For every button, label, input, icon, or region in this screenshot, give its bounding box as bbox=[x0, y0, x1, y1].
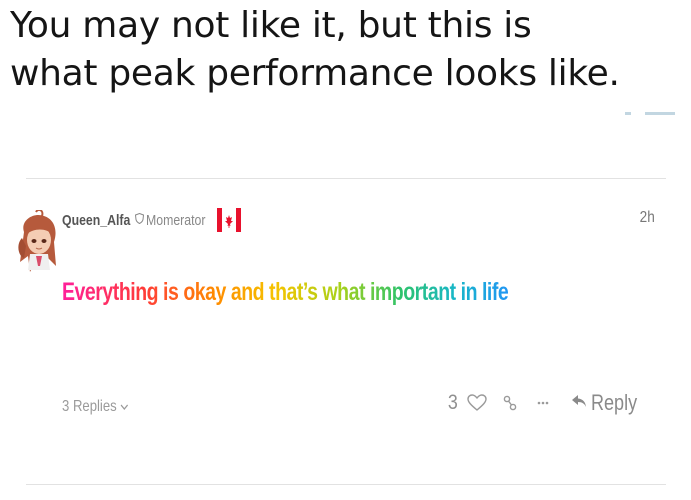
comment-card: Queen_Alfa Momerator 2h Everything is ok… bbox=[0, 180, 691, 480]
shield-icon bbox=[135, 212, 145, 227]
avatar[interactable] bbox=[14, 208, 62, 292]
heart-icon[interactable] bbox=[467, 394, 487, 412]
meme-caption: You may not like it, but this is what pe… bbox=[10, 2, 680, 98]
bottom-divider bbox=[26, 484, 666, 485]
reply-button[interactable]: Reply bbox=[571, 390, 647, 416]
top-divider bbox=[26, 178, 666, 179]
more-icon[interactable] bbox=[537, 400, 549, 406]
canada-flag-icon bbox=[216, 206, 241, 234]
caption-line-2: what peak performance looks like. bbox=[10, 53, 620, 94]
link-icon[interactable] bbox=[503, 394, 517, 412]
comment-actions: 3 Reply bbox=[447, 390, 647, 416]
like-count: 3 bbox=[447, 391, 458, 414]
replies-toggle[interactable]: 3 Replies bbox=[62, 398, 129, 416]
comment-text: Everything is okay and that’s what impor… bbox=[62, 278, 509, 306]
role-badge: Momerator bbox=[146, 211, 206, 229]
comment-header: Queen_Alfa Momerator bbox=[62, 206, 241, 234]
timestamp: 2h bbox=[639, 209, 655, 226]
scan-artifact bbox=[625, 112, 631, 115]
replies-label: 3 Replies bbox=[62, 398, 117, 415]
reply-arrow-icon bbox=[571, 393, 587, 414]
chevron-down-icon bbox=[120, 398, 129, 415]
caption-line-1: You may not like it, but this is bbox=[10, 5, 532, 46]
username[interactable]: Queen_Alfa bbox=[62, 212, 130, 229]
reply-label: Reply bbox=[590, 390, 637, 415]
scan-artifact bbox=[645, 112, 675, 115]
